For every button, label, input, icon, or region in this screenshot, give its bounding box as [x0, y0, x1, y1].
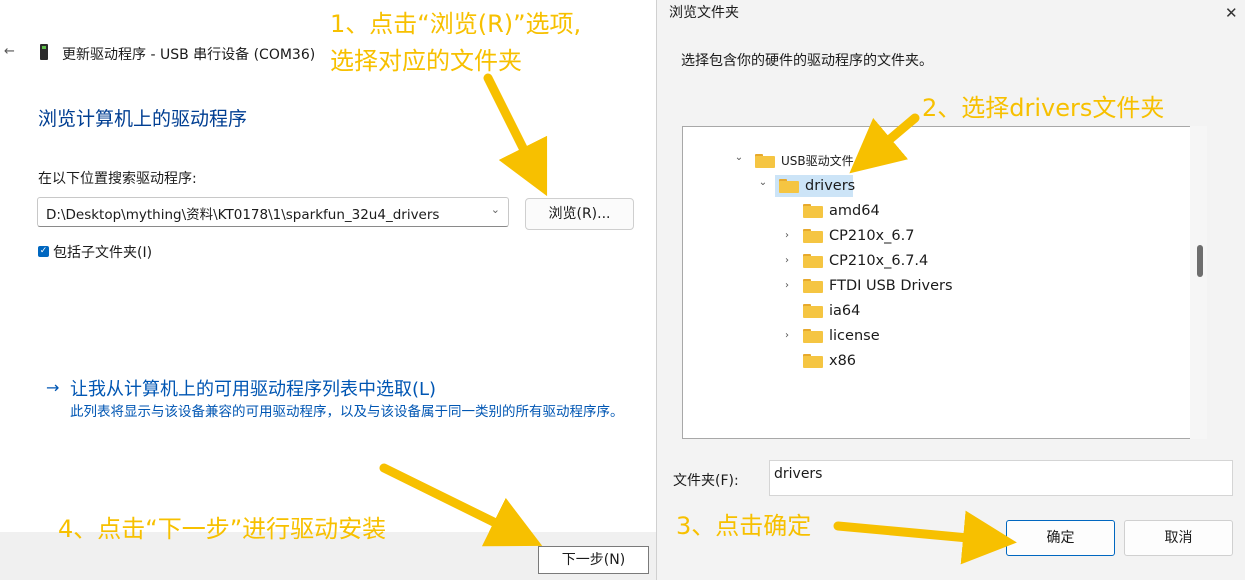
usb-device-icon — [40, 44, 48, 60]
ok-button[interactable]: 确定 — [1006, 520, 1115, 556]
annotation-step3: 3、点击确定 — [676, 512, 812, 540]
driver-path-combobox[interactable]: D:\Desktop\mything\资料\KT0178\1\sparkfun_… — [37, 197, 509, 227]
tree-item-label: license — [829, 328, 880, 344]
tree-item-label: CP210x_6.7 — [829, 228, 915, 244]
search-location-label: 在以下位置搜索驱动程序: — [38, 171, 197, 187]
dialog-title: 浏览文件夹 — [669, 5, 739, 21]
chevron-right-icon[interactable]: › — [781, 274, 793, 298]
folder-tree[interactable]: ⌄ USB驱动文件 ⌄ drivers amd64 › CP210x_6.7 › CP210x_… — [682, 126, 1207, 439]
close-icon[interactable]: ✕ — [1225, 4, 1238, 22]
page-heading: 浏览计算机上的驱动程序 — [38, 108, 248, 130]
browse-folder-dialog: 浏览文件夹 ✕ 选择包含你的硬件的驱动程序的文件夹。 ⌄ USB驱动文件 ⌄ driv… — [656, 0, 1245, 580]
folder-icon — [803, 254, 823, 268]
chevron-right-icon[interactable]: › — [781, 224, 793, 248]
folder-icon — [779, 179, 799, 193]
folder-input[interactable]: drivers — [769, 460, 1233, 496]
next-button[interactable]: 下一步(N) — [538, 546, 649, 574]
annotation-step4: 4、点击“下一步”进行驱动安装 — [58, 515, 387, 543]
folder-icon — [803, 279, 823, 293]
folder-icon — [755, 154, 775, 168]
dialog-instruction: 选择包含你的硬件的驱动程序的文件夹。 — [681, 53, 933, 69]
tree-scrollbar[interactable] — [1190, 126, 1207, 439]
folder-input-value: drivers — [774, 466, 823, 482]
include-subfolders-checkbox[interactable]: ✓ — [38, 246, 49, 257]
wizard-title: 更新驱动程序 - USB 串行设备 (COM36) — [62, 47, 316, 63]
tree-item-label: x86 — [829, 353, 857, 369]
pick-from-list-link[interactable]: 让我从计算机上的可用驱动程序列表中选取(L) — [70, 375, 436, 401]
annotation-step2: 2、选择drivers文件夹 — [922, 94, 1165, 122]
folder-field-label: 文件夹(F): — [673, 473, 739, 489]
tree-item-label: USB驱动文件 — [781, 154, 854, 168]
update-driver-wizard: ← 更新驱动程序 - USB 串行设备 (COM36) 浏览计算机上的驱动程序 … — [0, 0, 662, 580]
chevron-right-icon[interactable]: › — [781, 249, 793, 273]
annotation-step1-line2: 选择对应的文件夹 — [330, 47, 522, 75]
tree-item-label: drivers — [805, 178, 856, 194]
folder-icon — [803, 354, 823, 368]
pick-from-list-description: 此列表将显示与该设备兼容的可用驱动程序，以及与该设备属于同一类别的所有驱动程序序… — [70, 404, 624, 420]
tree-item-label: CP210x_6.7.4 — [829, 253, 929, 269]
cancel-button[interactable]: 取消 — [1124, 520, 1233, 556]
tree-item-label: FTDI USB Drivers — [829, 278, 953, 294]
tree-item-label: amd64 — [829, 203, 880, 219]
include-subfolders-label[interactable]: 包括子文件夹(I) — [53, 242, 152, 262]
folder-icon — [803, 229, 823, 243]
chevron-right-icon[interactable]: › — [781, 324, 793, 348]
tree-scroll-thumb[interactable] — [1197, 245, 1203, 277]
driver-path-value: D:\Desktop\mything\资料\KT0178\1\sparkfun_… — [46, 207, 440, 223]
tree-item-label: ia64 — [829, 303, 861, 319]
chevron-down-icon[interactable]: ⌄ — [491, 203, 500, 216]
folder-icon — [803, 329, 823, 343]
arrow-right-icon[interactable]: → — [46, 378, 59, 397]
chevron-down-icon[interactable]: ⌄ — [757, 171, 769, 195]
annotation-step1-line1: 1、点击“浏览(R)”选项, — [330, 10, 582, 38]
back-arrow-icon[interactable]: ← — [4, 44, 15, 60]
folder-icon — [803, 304, 823, 318]
chevron-down-icon[interactable]: ⌄ — [733, 146, 745, 170]
browse-button[interactable]: 浏览(R)... — [525, 198, 634, 230]
folder-icon — [803, 204, 823, 218]
